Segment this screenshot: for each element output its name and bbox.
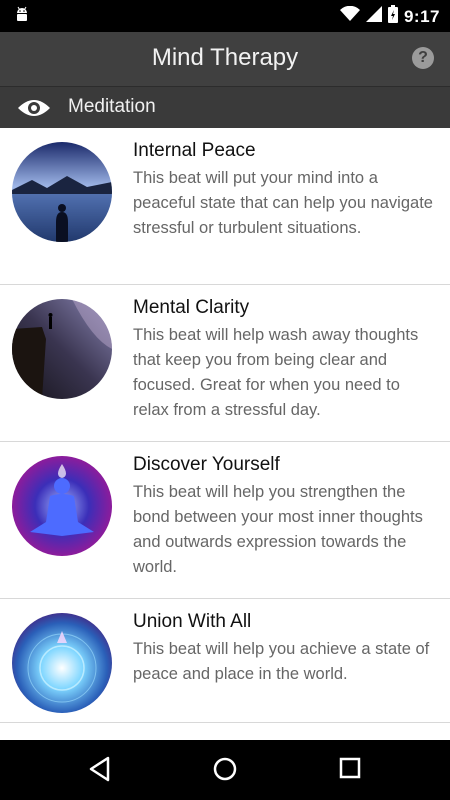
list-item[interactable]: Discover Yourself This beat will help yo… (0, 442, 450, 599)
status-time: 9:17 (403, 6, 440, 26)
android-icon (14, 6, 30, 29)
signal-icon (365, 6, 382, 27)
item-title: Internal Peace (133, 140, 256, 161)
mental-clarity-thumbnail (12, 299, 112, 399)
navigation-bar (0, 740, 450, 800)
back-icon[interactable] (88, 756, 112, 787)
item-description: This beat will help you strengthen the b… (133, 483, 423, 576)
item-title: Discover Yourself (133, 454, 280, 475)
internal-peace-thumbnail (12, 142, 112, 242)
union-with-all-thumbnail (12, 613, 112, 713)
home-icon[interactable] (212, 756, 238, 787)
item-description: This beat will help wash away thoughts t… (133, 326, 419, 419)
help-button[interactable]: ? (412, 47, 434, 69)
recents-icon[interactable] (338, 756, 362, 785)
list-item[interactable]: Mental Clarity This beat will help wash … (0, 285, 450, 442)
eye-icon (16, 96, 52, 125)
battery-icon (387, 5, 398, 28)
app-bar: Mind Therapy ? (0, 32, 450, 86)
item-title: Union With All (133, 611, 252, 632)
discover-yourself-thumbnail (12, 456, 112, 556)
app-title: Mind Therapy (151, 44, 299, 71)
item-description: This beat will put your mind into a peac… (133, 169, 433, 237)
list-item[interactable]: Internal Peace This beat will put your m… (0, 128, 450, 285)
section-header: Meditation (0, 86, 450, 129)
section-label: Meditation (68, 96, 156, 117)
status-bar: 9:17 (0, 0, 450, 32)
item-description: This beat will help you achieve a state … (133, 640, 430, 683)
item-title: Mental Clarity (133, 297, 250, 318)
list-item[interactable]: Union With All This beat will help you a… (0, 599, 450, 723)
wifi-icon (339, 5, 360, 27)
meditation-list: Internal Peace This beat will put your m… (0, 128, 450, 740)
